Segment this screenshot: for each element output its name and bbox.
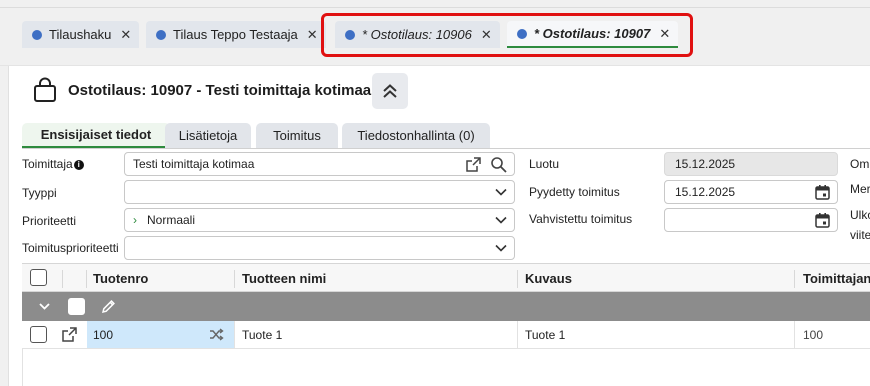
- column-separator: [234, 270, 235, 288]
- clipped-label-3b: viite: [850, 228, 870, 242]
- highlight-box: [321, 13, 693, 57]
- open-external-icon[interactable]: [61, 326, 78, 343]
- supplier-field[interactable]: Testi toimittaja kotimaa: [124, 152, 515, 176]
- column-header-kuvaus[interactable]: Kuvaus: [525, 271, 572, 286]
- close-icon[interactable]: ✕: [307, 27, 318, 43]
- cell-product-no[interactable]: 100: [87, 321, 234, 348]
- column-header-tuotenro[interactable]: Tuotenro: [93, 271, 148, 286]
- clipped-label-1: Om: [850, 157, 870, 171]
- row-select-checkbox[interactable]: [30, 326, 47, 343]
- supplier-value: Testi toimittaja kotimaa: [133, 157, 255, 171]
- column-separator: [794, 270, 795, 288]
- delivery-priority-label: Toimitusprioriteetti: [22, 241, 119, 255]
- column-separator: [62, 270, 63, 288]
- column-header-tuotteen-nimi[interactable]: Tuotteen nimi: [242, 271, 326, 286]
- column-separator: [517, 270, 518, 288]
- page-title: Ostotilaus: 10907 - Testi toimittaja kot…: [68, 82, 372, 99]
- clipped-label-3a: Ulko: [850, 208, 870, 222]
- tab-status-dot: [156, 29, 166, 40]
- clipped-label-2: Mer: [850, 182, 870, 196]
- group-select-checkbox[interactable]: [68, 298, 85, 315]
- created-label: Luotu: [529, 157, 560, 171]
- tab-tilaus-teppo-testaaja[interactable]: Tilaus Teppo Testaaja ✕: [146, 21, 326, 48]
- shopping-bag-icon: [34, 77, 56, 102]
- delivery-priority-select[interactable]: [124, 236, 515, 260]
- double-chevron-up-icon: [383, 84, 397, 98]
- subtab-divider: [22, 148, 870, 149]
- cell-supplier-no[interactable]: 100: [803, 321, 870, 348]
- created-field: 15.12.2025: [664, 152, 838, 176]
- pencil-icon[interactable]: [100, 298, 117, 315]
- requested-delivery-value: 15.12.2025: [675, 185, 736, 199]
- type-select[interactable]: [124, 180, 515, 204]
- table-header: Tuotenro Tuotteen nimi Kuvaus Toimittaja…: [22, 263, 870, 292]
- requested-delivery-field[interactable]: 15.12.2025: [664, 180, 838, 204]
- created-value: 15.12.2025: [675, 157, 736, 171]
- tab-status-dot: [32, 29, 42, 40]
- product-no-value: 100: [93, 327, 114, 342]
- priority-chevron-icon: ›: [133, 213, 137, 227]
- confirmed-delivery-label: Vahvistettu toimitus: [529, 212, 633, 226]
- chevron-down-icon: [495, 244, 507, 252]
- info-icon[interactable]: i: [73, 160, 84, 170]
- priority-select[interactable]: › Normaali: [124, 208, 515, 232]
- cell-description[interactable]: Tuote 1: [525, 321, 790, 348]
- search-icon[interactable]: [490, 156, 507, 173]
- requested-delivery-label: Pyydetty toimitus: [529, 185, 620, 199]
- cell-separator: [234, 321, 235, 349]
- left-panel-edge: [0, 66, 8, 386]
- close-icon[interactable]: ✕: [120, 27, 131, 43]
- type-label: Tyyppi: [22, 186, 57, 200]
- left-panel-divider: [8, 66, 9, 386]
- calendar-icon[interactable]: [814, 184, 831, 201]
- tab-tiedostonhallinta[interactable]: Tiedostonhallinta (0): [342, 123, 490, 148]
- cell-product-name[interactable]: Tuote 1: [242, 321, 512, 348]
- table-body-empty-area: [22, 349, 870, 386]
- tab-toimitus[interactable]: Toimitus: [256, 123, 338, 148]
- collapse-header-button[interactable]: [372, 73, 408, 109]
- document-tab-bar: Tilaushaku ✕ Tilaus Teppo Testaaja ✕ * O…: [0, 0, 870, 66]
- calendar-icon[interactable]: [814, 212, 831, 229]
- cell-separator: [794, 321, 795, 349]
- chevron-down-icon: [495, 216, 507, 224]
- confirmed-delivery-field[interactable]: [664, 208, 838, 232]
- priority-label: Prioriteetti: [22, 214, 77, 228]
- cell-separator: [517, 321, 518, 349]
- top-divider: [0, 7, 870, 8]
- column-header-toimittajan[interactable]: Toimittajan: [803, 271, 870, 286]
- chevron-down-icon[interactable]: [38, 300, 51, 313]
- priority-value: Normaali: [147, 213, 196, 227]
- tab-lisatietoja[interactable]: Lisätietoja: [165, 123, 251, 148]
- tab-ensisijaiset-tiedot[interactable]: Ensisijaiset tiedot: [22, 123, 170, 148]
- tab-tilaushaku[interactable]: Tilaushaku ✕: [22, 21, 140, 48]
- supplier-label-text: Toimittaja: [22, 157, 73, 171]
- supplier-label: Toimittaja i: [22, 157, 84, 171]
- group-row: [22, 292, 870, 321]
- tab-label: Tilaushaku: [49, 27, 112, 42]
- table-row[interactable]: 100 Tuote 1 Tuote 1 100: [22, 321, 870, 349]
- select-all-checkbox[interactable]: [30, 269, 47, 286]
- column-separator: [86, 270, 87, 288]
- open-external-icon[interactable]: [465, 156, 482, 173]
- chevron-down-icon: [495, 188, 507, 196]
- shuffle-icon[interactable]: [209, 327, 224, 342]
- app-root: Tilaushaku ✕ Tilaus Teppo Testaaja ✕ * O…: [0, 0, 870, 386]
- tab-label: Tilaus Teppo Testaaja: [173, 27, 298, 42]
